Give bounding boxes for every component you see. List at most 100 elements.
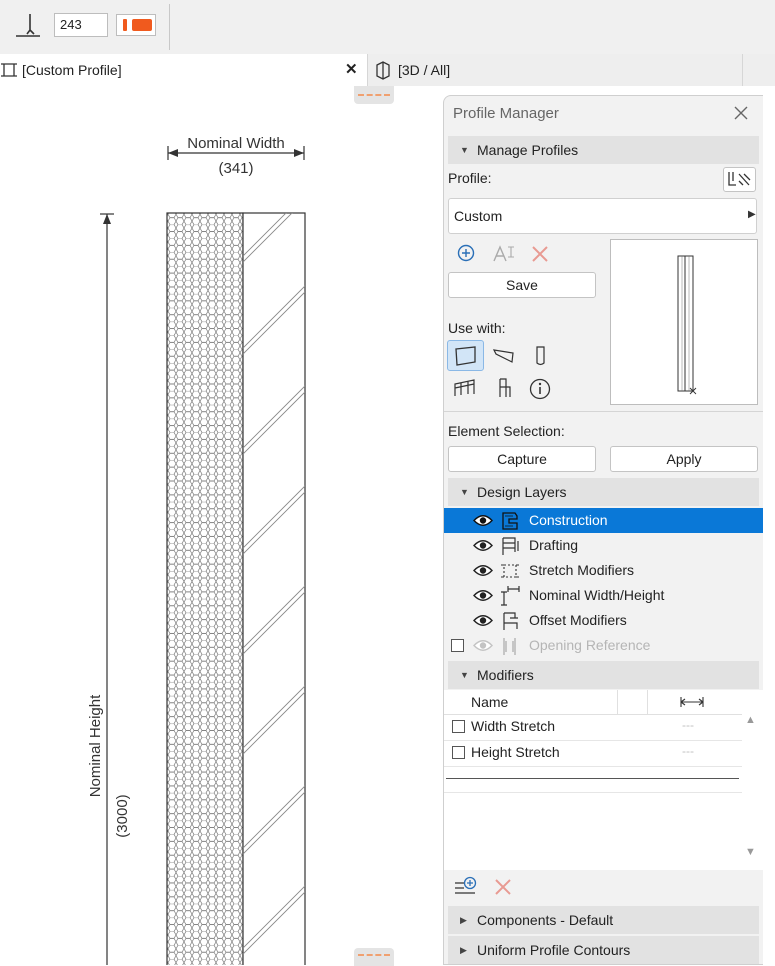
tab-bar: [Custom Profile] ✕ [3D / All] — [0, 54, 775, 86]
tab-3d-all[interactable]: [3D / All] — [367, 54, 743, 86]
profile-dropdown[interactable]: Custom ▶ — [448, 198, 757, 234]
manage-profiles-section[interactable]: ▼ Manage Profiles — [448, 136, 759, 164]
design-layers-section[interactable]: ▼ Design Layers — [448, 478, 759, 506]
modifier-checkbox[interactable] — [452, 746, 465, 759]
column-divider — [617, 690, 618, 714]
modifiers-table: Name Width Stretch --- Height Stretch --… — [444, 690, 763, 870]
profile-preview — [610, 239, 758, 405]
expand-triangle-icon: ▶ — [460, 945, 467, 955]
opening-reference-icon — [503, 638, 516, 655]
capture-button[interactable]: Capture — [448, 446, 596, 472]
pen-color-swatch[interactable] — [116, 14, 156, 36]
pen-number-field[interactable]: 243 — [54, 13, 108, 37]
modifier-name: Height Stretch — [471, 744, 560, 760]
components-label: Components - Default — [477, 912, 614, 928]
layer-row-offset-modifiers[interactable]: Offset Modifiers — [444, 608, 763, 633]
modifiers-section[interactable]: ▼ Modifiers — [448, 661, 759, 689]
layer-row-stretch-modifiers[interactable]: Stretch Modifiers — [444, 558, 763, 583]
uniform-profile-contours-section[interactable]: ▶ Uniform Profile Contours — [448, 936, 759, 964]
scroll-down-icon[interactable]: ▼ — [745, 846, 756, 858]
layer-row-nominal-width-height[interactable]: Nominal Width/Height — [444, 583, 763, 608]
modifier-value: --- — [682, 744, 694, 758]
tab-custom-profile-label: [Custom Profile] — [22, 62, 122, 78]
panel-title: Profile Manager — [453, 105, 559, 122]
scroll-up-icon[interactable]: ▲ — [745, 714, 756, 726]
design-layers-label: Design Layers — [477, 484, 567, 500]
element-selection-label: Element Selection: — [448, 423, 565, 439]
modifier-row[interactable]: Height Stretch --- — [444, 740, 742, 767]
apply-button[interactable]: Apply — [610, 446, 758, 472]
use-with-wall-toggle[interactable] — [447, 340, 484, 371]
modifier-value: --- — [682, 718, 694, 732]
save-button[interactable]: Save — [448, 272, 596, 298]
layer-name: Construction — [529, 512, 608, 528]
delete-profile-icon[interactable] — [531, 245, 549, 263]
add-profile-icon[interactable] — [457, 244, 475, 262]
eye-icon[interactable] — [472, 533, 494, 558]
top-toolbar: 243 — [0, 0, 775, 54]
layer-row-construction[interactable]: Construction — [444, 508, 763, 533]
profile-label: Profile: — [448, 170, 492, 186]
layer-row-opening-reference[interactable]: Opening Reference — [444, 633, 763, 658]
width-arrows-icon[interactable] — [680, 696, 704, 708]
object-icon[interactable] — [492, 376, 516, 400]
eye-icon[interactable] — [472, 508, 494, 533]
profile-preview-image — [677, 255, 697, 395]
layer-name: Offset Modifiers — [529, 612, 627, 628]
profile-dropdown-value: Custom — [454, 208, 503, 224]
nominal-width-height-icon — [501, 586, 520, 606]
column-divider — [647, 690, 648, 714]
chevron-right-icon: ▶ — [748, 209, 756, 220]
stretch-modifiers-icon — [501, 564, 519, 578]
drafting-layer-icon — [502, 537, 519, 555]
profile-tab-icon — [1, 63, 17, 77]
tab-3d-all-label: [3D / All] — [398, 62, 451, 78]
use-with-label: Use with: — [448, 320, 506, 336]
layer-name: Opening Reference — [529, 637, 651, 653]
tab-custom-profile[interactable]: [Custom Profile] ✕ — [0, 54, 367, 86]
layer-name: Stretch Modifiers — [529, 562, 635, 578]
nominal-width-label: Nominal Width — [187, 135, 285, 152]
profile-manager-panel: Profile Manager ▼ Manage Profiles Profil… — [443, 95, 763, 965]
rename-profile-icon[interactable] — [492, 244, 516, 264]
uniform-profile-contours-label: Uniform Profile Contours — [477, 942, 631, 958]
modifiers-header-row: Name — [444, 690, 742, 715]
layer-name: Nominal Width/Height — [529, 587, 665, 603]
nominal-height-label: Nominal Height — [87, 694, 104, 798]
toolbar-divider — [169, 4, 170, 50]
beam-icon[interactable] — [492, 344, 516, 368]
offset-modifiers-icon — [503, 612, 518, 630]
modifiers-label: Modifiers — [477, 667, 534, 683]
divider — [444, 411, 763, 412]
construction-layer-icon — [502, 512, 518, 530]
expand-triangle-icon: ▶ — [460, 915, 467, 925]
pen-icon[interactable] — [14, 12, 42, 40]
eye-icon[interactable] — [472, 558, 494, 583]
3d-view-icon — [376, 61, 390, 80]
tab-empty[interactable] — [742, 54, 775, 86]
profile-options-button[interactable] — [723, 167, 756, 192]
modifier-row[interactable]: Width Stretch --- — [444, 714, 742, 741]
modifiers-scrollbar[interactable]: ▲ ▼ — [742, 714, 762, 869]
modifiers-separator — [446, 778, 739, 779]
components-section[interactable]: ▶ Components - Default — [448, 906, 759, 934]
layer-checkbox[interactable] — [451, 639, 464, 652]
modifier-checkbox[interactable] — [452, 720, 465, 733]
eye-icon[interactable] — [472, 608, 494, 633]
collapse-triangle-icon: ▼ — [460, 487, 469, 497]
close-tab-icon[interactable]: ✕ — [345, 54, 358, 86]
modifiers-row-line — [444, 792, 742, 793]
modifiers-column-name[interactable]: Name — [471, 694, 508, 710]
layer-row-drafting[interactable]: Drafting — [444, 533, 763, 558]
column-icon[interactable] — [531, 344, 551, 368]
info-icon[interactable] — [529, 378, 551, 400]
close-panel-icon[interactable] — [734, 106, 748, 120]
nominal-width-value: (341) — [218, 160, 254, 177]
collapse-triangle-icon: ▼ — [460, 670, 469, 680]
railing-icon[interactable] — [453, 376, 477, 400]
eye-icon[interactable] — [472, 583, 494, 608]
manage-profiles-label: Manage Profiles — [477, 142, 579, 158]
add-modifier-icon[interactable] — [454, 876, 478, 898]
delete-modifier-icon[interactable] — [494, 878, 512, 896]
collapse-triangle-icon: ▼ — [460, 145, 469, 155]
